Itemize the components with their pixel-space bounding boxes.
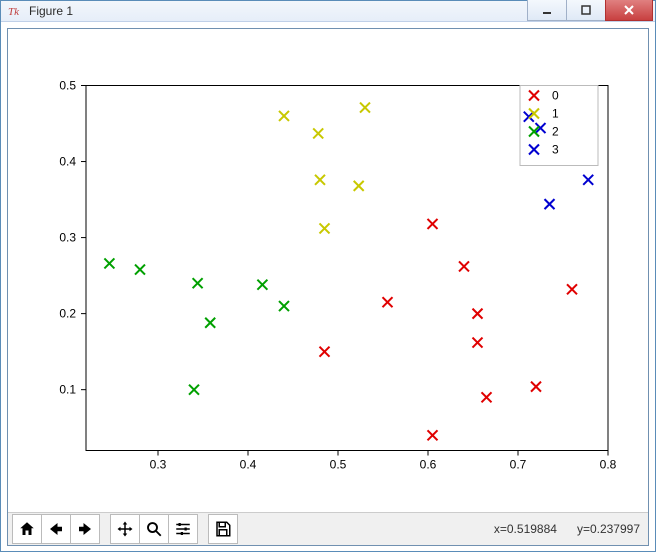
svg-text:0.5: 0.5: [59, 79, 76, 93]
plot-area[interactable]: 0.3 0.4 0.5 0.6 0.7 0.8 0.1 0.2 0.3 0.4 0.5 0 1 2 3: [8, 29, 648, 512]
app-window: Tk Figure 1 0.30.40.50.60.70.80.10.20.30…: [0, 0, 656, 552]
svg-text:0.2: 0.2: [59, 307, 76, 321]
cursor-y: y=0.237997: [577, 522, 640, 536]
cursor-x: x=0.519884: [494, 522, 557, 536]
home-button[interactable]: [12, 514, 42, 544]
save-button[interactable]: [208, 514, 238, 544]
back-button[interactable]: [41, 514, 71, 544]
navigation-toolbar: x=0.519884 y=0.237997: [8, 512, 648, 545]
close-button[interactable]: [605, 0, 653, 21]
svg-text:0.4: 0.4: [240, 458, 257, 472]
app-icon: Tk: [7, 3, 23, 19]
svg-text:0.3: 0.3: [59, 231, 76, 245]
svg-text:2: 2: [552, 125, 559, 139]
minimize-button[interactable]: [527, 0, 567, 21]
svg-text:0.3: 0.3: [150, 458, 167, 472]
svg-text:0.7: 0.7: [510, 458, 527, 472]
figure-canvas-container: 0.3 0.4 0.5 0.6 0.7 0.8 0.1 0.2 0.3 0.4 0.5 0 1 2 3 x=…: [7, 28, 649, 546]
window-title: Figure 1: [29, 4, 527, 18]
pan-button[interactable]: [110, 514, 140, 544]
forward-button[interactable]: [70, 514, 100, 544]
maximize-button[interactable]: [566, 0, 606, 21]
svg-text:0.4: 0.4: [59, 155, 76, 169]
svg-text:0: 0: [552, 89, 559, 103]
cursor-readout: x=0.519884 y=0.237997: [494, 522, 644, 536]
svg-text:3: 3: [552, 143, 559, 157]
svg-text:Tk: Tk: [8, 6, 20, 18]
scatter-plot[interactable]: 0.3 0.4 0.5 0.6 0.7 0.8 0.1 0.2 0.3 0.4 0.5 0 1 2 3: [8, 29, 648, 512]
zoom-button[interactable]: [139, 514, 169, 544]
title-bar[interactable]: Tk Figure 1: [1, 1, 655, 22]
svg-text:1: 1: [552, 107, 559, 121]
window-controls: [527, 1, 653, 21]
svg-text:0.8: 0.8: [600, 458, 617, 472]
svg-text:0.6: 0.6: [420, 458, 437, 472]
svg-text:0.1: 0.1: [59, 383, 76, 397]
svg-text:0.5: 0.5: [330, 458, 347, 472]
configure-button[interactable]: [168, 514, 198, 544]
